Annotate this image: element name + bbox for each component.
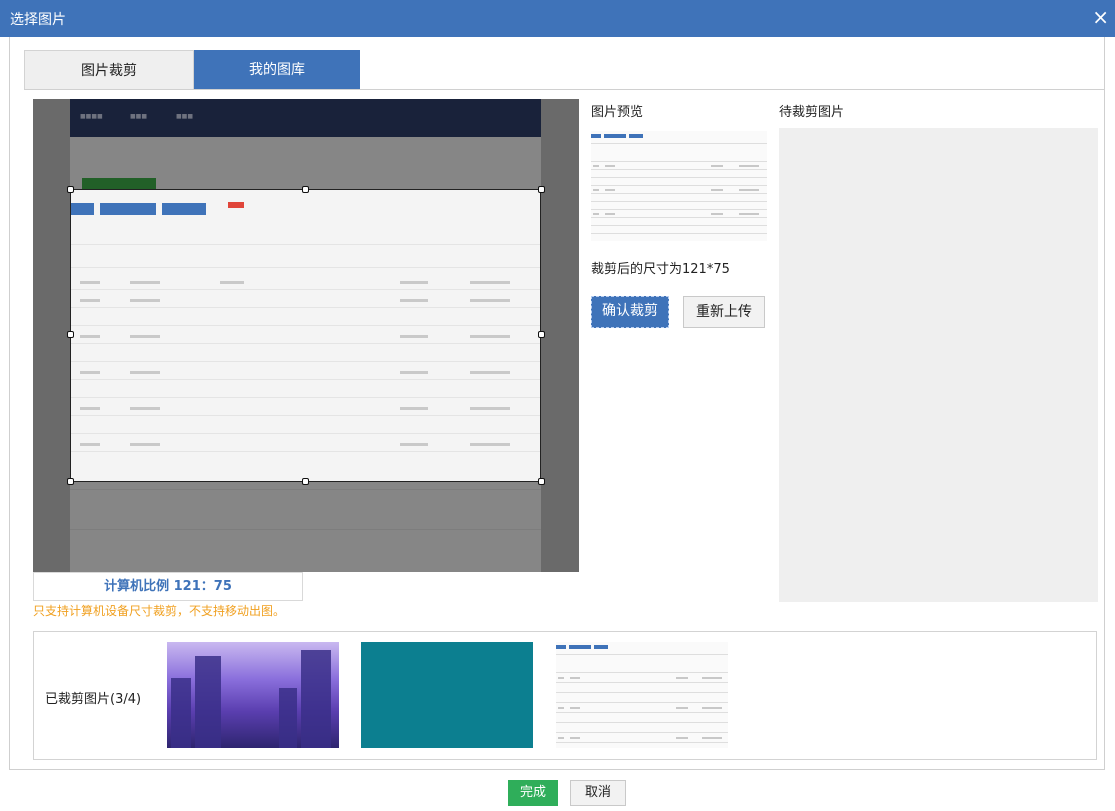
preview-cell bbox=[711, 213, 723, 215]
thumbnail-cell bbox=[570, 707, 580, 709]
thumbnail-cell bbox=[570, 737, 580, 739]
cropped-thumbnail-teal[interactable] bbox=[361, 642, 533, 748]
preview-cell bbox=[739, 165, 759, 167]
preview-title: 图片预览 bbox=[591, 105, 644, 120]
tab-image-crop[interactable]: 图片裁剪 bbox=[24, 50, 194, 90]
preview-row bbox=[591, 233, 767, 234]
crop-handle-top-right[interactable] bbox=[538, 186, 545, 193]
done-button[interactable]: 完成 bbox=[508, 780, 558, 806]
cropped-images-label: 已裁剪图片(3/4) bbox=[45, 692, 142, 707]
preview-mini-button bbox=[629, 134, 643, 138]
cancel-button[interactable]: 取消 bbox=[570, 780, 626, 806]
preview-row bbox=[591, 201, 767, 202]
crop-mask-right bbox=[541, 99, 579, 572]
thumbnail-row bbox=[556, 742, 728, 743]
preview-cell bbox=[739, 189, 759, 191]
pending-title: 待裁剪图片 bbox=[779, 105, 845, 120]
reupload-button[interactable]: 重新上传 bbox=[683, 296, 765, 328]
thumbnail-cell bbox=[676, 737, 688, 739]
cropped-thumbnail-city[interactable] bbox=[167, 642, 339, 748]
preview-cell bbox=[593, 213, 599, 215]
thumbnail-row bbox=[556, 732, 728, 733]
preview-mini-button bbox=[604, 134, 626, 138]
preview-row bbox=[591, 225, 767, 226]
preview-cell bbox=[593, 189, 599, 191]
crop-handle-top[interactable] bbox=[302, 186, 309, 193]
crop-handle-top-left[interactable] bbox=[67, 186, 74, 193]
close-icon[interactable]: × bbox=[1092, 5, 1109, 29]
preview-row bbox=[591, 161, 767, 162]
tab-my-gallery[interactable]: 我的图库 bbox=[194, 50, 360, 90]
preview-cell bbox=[711, 165, 723, 167]
crop-mask-bottom bbox=[70, 482, 541, 572]
thumbnail-cell bbox=[676, 707, 688, 709]
preview-row bbox=[591, 217, 767, 218]
preview-row bbox=[591, 193, 767, 194]
preview-cell bbox=[711, 189, 723, 191]
preview-cell bbox=[605, 213, 615, 215]
thumbnail-row bbox=[556, 722, 728, 723]
crop-selection-box[interactable] bbox=[70, 189, 541, 482]
thumbnail-row bbox=[556, 682, 728, 683]
crop-handle-bottom-right[interactable] bbox=[538, 478, 545, 485]
pending-image-area bbox=[779, 128, 1098, 602]
preview-row bbox=[591, 177, 767, 178]
dialog-title: 选择图片 bbox=[10, 12, 66, 28]
confirm-crop-button[interactable]: 确认裁剪 bbox=[591, 296, 669, 328]
tab-divider bbox=[24, 89, 1105, 90]
dialog-titlebar: 选择图片 × bbox=[0, 0, 1115, 37]
crop-mask-top bbox=[70, 99, 541, 190]
thumbnail-row bbox=[556, 692, 728, 693]
crop-preview-image bbox=[591, 131, 767, 241]
thumbnail-building bbox=[171, 678, 191, 748]
preview-cell bbox=[605, 189, 615, 191]
preview-cell bbox=[593, 165, 599, 167]
thumbnail-building bbox=[195, 656, 221, 748]
preview-row bbox=[591, 169, 767, 170]
crop-handle-bottom[interactable] bbox=[302, 478, 309, 485]
thumbnail-mini-button bbox=[556, 645, 566, 649]
thumbnail-mini-button bbox=[594, 645, 608, 649]
preview-mini-button bbox=[591, 134, 601, 138]
thumbnail-row bbox=[556, 712, 728, 713]
preview-row bbox=[591, 185, 767, 186]
thumbnail-mini-button bbox=[569, 645, 591, 649]
crop-handle-left[interactable] bbox=[67, 331, 74, 338]
crop-ratio-label: 计算机比例 121：75 bbox=[33, 572, 303, 601]
thumbnail-building bbox=[279, 688, 297, 748]
preview-row bbox=[591, 143, 767, 144]
thumbnail-cell bbox=[558, 677, 564, 679]
crop-canvas[interactable]: ■■■■ ■■■ ■■■ bbox=[33, 99, 579, 572]
crop-size-text: 裁剪后的尺寸为121*75 bbox=[591, 262, 730, 277]
thumbnail-building bbox=[301, 650, 331, 748]
thumbnail-row bbox=[556, 702, 728, 703]
crop-handle-bottom-left[interactable] bbox=[67, 478, 74, 485]
cropped-thumbnail-screenshot[interactable] bbox=[556, 642, 728, 748]
thumbnail-cell bbox=[702, 707, 722, 709]
thumbnail-cell bbox=[570, 677, 580, 679]
crop-mask-left bbox=[33, 99, 70, 572]
thumbnail-cell bbox=[676, 677, 688, 679]
thumbnail-cell bbox=[702, 737, 722, 739]
crop-handle-right[interactable] bbox=[538, 331, 545, 338]
thumbnail-cell bbox=[558, 737, 564, 739]
crop-warning-text: 只支持计算机设备尺寸裁剪，不支持移动出图。 bbox=[33, 604, 286, 618]
thumbnail-row bbox=[556, 672, 728, 673]
thumbnail-row bbox=[556, 654, 728, 655]
thumbnail-cell bbox=[558, 707, 564, 709]
preview-cell bbox=[739, 213, 759, 215]
thumbnail-cell bbox=[702, 677, 722, 679]
preview-cell bbox=[605, 165, 615, 167]
preview-row bbox=[591, 209, 767, 210]
